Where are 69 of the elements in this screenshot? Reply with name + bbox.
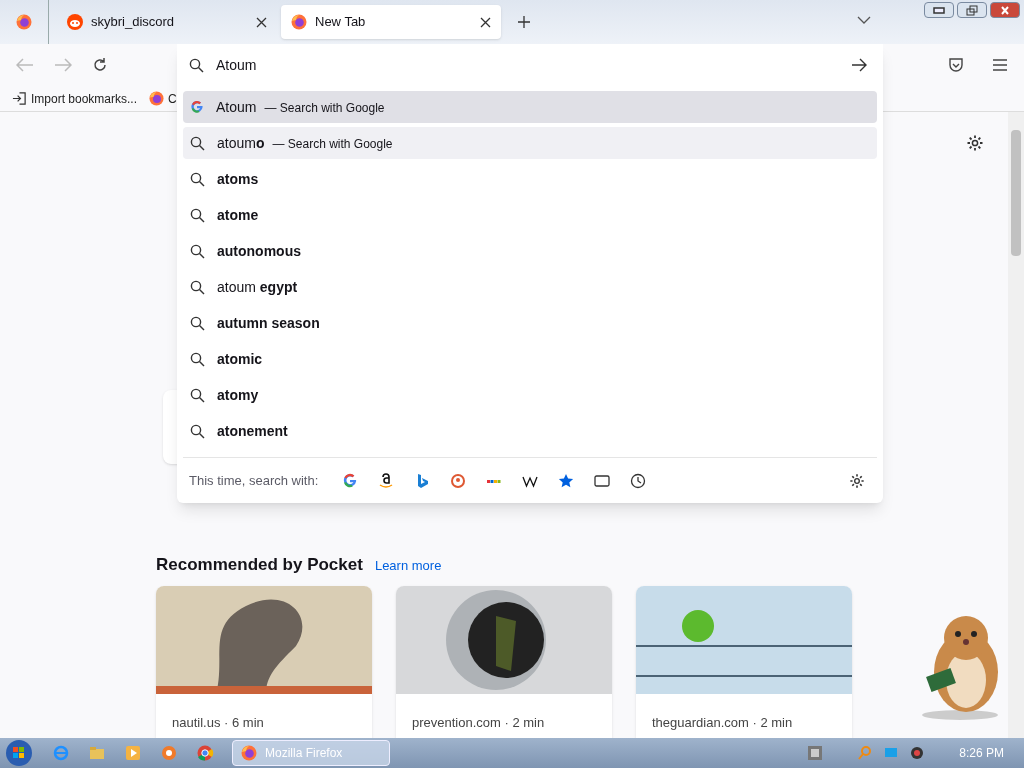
restore-icon (964, 3, 980, 17)
article-card[interactable]: theguardian.com · 2 min (636, 586, 852, 738)
search-icon (190, 351, 205, 367)
google-icon (190, 100, 204, 114)
search-icon (190, 423, 205, 439)
start-button[interactable] (4, 739, 34, 767)
media-player-icon[interactable] (124, 744, 142, 762)
amazon-icon[interactable] (378, 472, 395, 489)
tab-list-icon[interactable] (857, 16, 871, 25)
close-window-button[interactable] (990, 2, 1020, 18)
suggestion-row[interactable]: atoum egypt (183, 271, 877, 303)
tab-icon[interactable] (594, 472, 611, 489)
search-icon (190, 279, 205, 295)
speaker-icon[interactable] (909, 745, 926, 761)
search-icon (190, 315, 205, 331)
close-icon[interactable] (256, 16, 267, 28)
settings-icon[interactable] (966, 134, 984, 152)
reload-icon[interactable] (92, 57, 108, 73)
search-icon (189, 57, 204, 73)
suggestion-row[interactable]: atoumo — Search with Google (183, 127, 877, 159)
pocket-icon[interactable] (948, 57, 964, 73)
article-source: prevention.com · 2 min (412, 715, 545, 730)
tray-icon[interactable] (807, 745, 824, 761)
article-card[interactable]: nautil.us · 6 min (156, 586, 372, 738)
menu-icon[interactable] (992, 58, 1008, 72)
suggestion-row[interactable]: autumn season (183, 307, 877, 339)
duck-icon[interactable] (450, 472, 467, 489)
clock: 8:26 PM (959, 745, 1004, 762)
bookmark-item[interactable]: C (149, 89, 177, 108)
address-field[interactable]: Atoum (216, 54, 839, 76)
suggestion-row[interactable]: Atoum — Search with Google (183, 91, 877, 123)
article-source: theguardian.com · 2 min (652, 715, 793, 730)
search-icon (190, 387, 205, 403)
app-icon[interactable] (160, 744, 178, 762)
bookmark-item[interactable]: Import bookmarks... (12, 89, 138, 108)
article-card[interactable]: prevention.com · 2 min (396, 586, 612, 738)
new-tab-icon[interactable] (517, 15, 531, 29)
search-icon (190, 207, 205, 223)
tab-favicon-icon (291, 14, 307, 30)
google-icon[interactable] (342, 472, 359, 489)
firefox-icon (241, 745, 257, 761)
chrome-icon[interactable] (196, 744, 214, 762)
firefox-icon (149, 91, 165, 106)
restore-button[interactable] (957, 2, 987, 18)
scrollbar[interactable] (1008, 112, 1024, 738)
search-icon (190, 171, 205, 187)
search-with-label: This time, search with: (189, 471, 319, 490)
close-icon[interactable] (480, 16, 491, 28)
suggestion-row[interactable]: atome (183, 199, 877, 231)
suggestion-row[interactable]: atomic (183, 343, 877, 375)
minimize-button[interactable] (924, 2, 954, 18)
clock-icon[interactable] (630, 472, 647, 489)
learn-more-link[interactable]: Learn more (374, 556, 442, 576)
import-icon (12, 91, 27, 106)
suggestion-row[interactable]: atomy (183, 379, 877, 411)
go-arrow-icon[interactable] (851, 58, 867, 72)
search-icon (190, 243, 205, 259)
suggestion-row[interactable]: atoms (183, 163, 877, 195)
suggestion-row[interactable]: autonomous (183, 235, 877, 267)
firefox-icon[interactable] (16, 14, 32, 30)
section-heading: Recommended by Pocket (156, 554, 363, 576)
search-icon (190, 135, 205, 151)
suggestion-row[interactable]: atonement (183, 415, 877, 447)
star-icon[interactable] (558, 472, 575, 489)
browser-tab[interactable]: New Tab (281, 5, 501, 39)
settings-icon[interactable] (849, 472, 865, 489)
browser-tab[interactable]: skybri_discord (57, 5, 277, 39)
article-source: nautil.us · 6 min (172, 715, 264, 730)
tab-favicon-icon (67, 14, 83, 30)
